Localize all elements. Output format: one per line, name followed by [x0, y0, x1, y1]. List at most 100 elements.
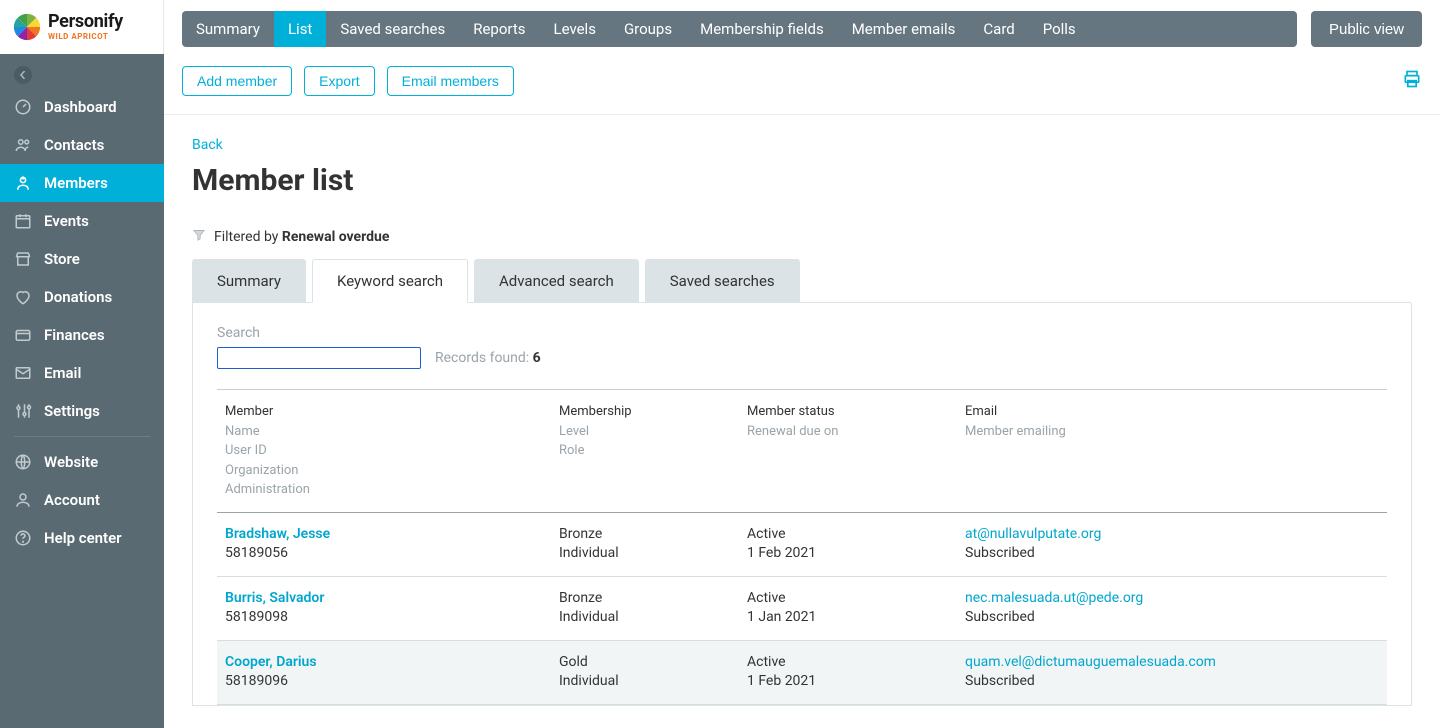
tab-polls[interactable]: Polls [1029, 11, 1090, 47]
members-table: MemberNameUser IDOrganizationAdministrat… [217, 389, 1387, 705]
member-name-link[interactable]: Bradshaw, Jesse [225, 526, 330, 542]
sidebar-item-label: Finances [44, 326, 105, 344]
tab-card[interactable]: Card [969, 11, 1028, 47]
main-content: SummaryListSaved searchesReportsLevelsGr… [164, 0, 1440, 728]
contacts-icon [14, 136, 32, 154]
filter-indicator: Filtered by Renewal overdue [192, 228, 1412, 245]
column-header-line: Member status [747, 402, 965, 422]
brand-mark-icon [12, 12, 42, 42]
member-userid: 58189096 [225, 673, 288, 689]
brand-logo[interactable]: Personify WILD APRICOT [0, 0, 164, 54]
sidebar-item-email[interactable]: Email [0, 354, 164, 392]
add-member-button[interactable]: Add member [182, 66, 292, 96]
sidebar-item-label: Email [44, 364, 81, 382]
export-button[interactable]: Export [304, 66, 374, 96]
sidebar-item-settings[interactable]: Settings [0, 392, 164, 430]
column-header-line: User ID [225, 441, 559, 461]
search-panel: Search Records found: 6 MemberNameUser I… [192, 302, 1412, 706]
chevron-left-icon [19, 71, 27, 79]
members-icon [14, 174, 32, 192]
tab-saved-searches[interactable]: Saved searches [326, 11, 459, 47]
section-tabs: SummaryListSaved searchesReportsLevelsGr… [182, 11, 1297, 47]
sidebar: Personify WILD APRICOT Dashboard Contacts… [0, 0, 164, 728]
email-members-button[interactable]: Email members [387, 66, 514, 96]
member-renewal: 1 Jan 2021 [747, 609, 816, 625]
member-userid: 58189056 [225, 545, 288, 561]
filter-value: Renewal overdue [282, 229, 390, 245]
member-email-link[interactable]: at@nullavulputate.org [965, 526, 1101, 542]
search-label: Search [217, 325, 1387, 341]
column-header-line: Organization [225, 461, 559, 481]
donations-icon [14, 288, 32, 306]
tab-groups[interactable]: Groups [610, 11, 686, 47]
column-header-line: Member emailing [965, 422, 1379, 442]
sidebar-item-members[interactable]: Members [0, 164, 164, 202]
tab-reports[interactable]: Reports [459, 11, 539, 47]
sidebar-item-finances[interactable]: Finances [0, 316, 164, 354]
funnel-icon [192, 228, 206, 245]
col-email[interactable]: EmailMember emailing [965, 402, 1379, 500]
filter-prefix: Filtered by [214, 229, 278, 245]
events-icon [14, 212, 32, 230]
search-input[interactable] [217, 347, 421, 369]
column-header-line: Role [559, 441, 747, 461]
records-found: Records found: 6 [435, 350, 541, 366]
member-name-link[interactable]: Cooper, Darius [225, 654, 317, 670]
col-member[interactable]: MemberNameUser IDOrganizationAdministrat… [225, 402, 559, 500]
action-bar: Add member Export Email members [164, 58, 1440, 115]
account-icon [14, 491, 32, 509]
member-name-link[interactable]: Burris, Salvador [225, 590, 324, 606]
sidebar-item-contacts[interactable]: Contacts [0, 126, 164, 164]
sidebar-item-label: Help center [44, 529, 122, 547]
member-role: Individual [559, 673, 619, 689]
sidebar-item-website[interactable]: Website [0, 443, 164, 481]
member-email-link[interactable]: nec.malesuada.ut@pede.org [965, 590, 1143, 606]
column-header-line: Renewal due on [747, 422, 965, 442]
member-emailing: Subscribed [965, 673, 1035, 689]
print-icon[interactable] [1402, 69, 1422, 93]
table-row[interactable]: Bradshaw, Jesse58189056BronzeIndividualA… [217, 513, 1387, 577]
sidebar-item-account[interactable]: Account [0, 481, 164, 519]
tab-list[interactable]: List [274, 11, 326, 47]
sidebar-item-dashboard[interactable]: Dashboard [0, 88, 164, 126]
help-icon [14, 529, 32, 547]
member-status: Active [747, 526, 786, 542]
secondary-nav: Website Account Help center [0, 443, 164, 557]
member-renewal: 1 Feb 2021 [747, 673, 816, 689]
topbar: SummaryListSaved searchesReportsLevelsGr… [164, 0, 1440, 58]
finances-icon [14, 326, 32, 344]
col-status[interactable]: Member statusRenewal due on [747, 402, 965, 500]
sidebar-item-label: Dashboard [44, 98, 117, 116]
tab-member-emails[interactable]: Member emails [838, 11, 970, 47]
member-userid: 58189098 [225, 609, 288, 625]
dashboard-icon [14, 98, 32, 116]
sidebar-item-events[interactable]: Events [0, 202, 164, 240]
subtab-saved-searches[interactable]: Saved searches [645, 259, 800, 303]
subtab-summary[interactable]: Summary [192, 259, 306, 303]
settings-icon [14, 402, 32, 420]
collapse-sidebar-button[interactable] [14, 66, 32, 84]
brand-subname: WILD APRICOT [48, 33, 123, 41]
sidebar-item-label: Contacts [44, 136, 104, 154]
tab-levels[interactable]: Levels [540, 11, 610, 47]
member-emailing: Subscribed [965, 545, 1035, 561]
brand-name: Personify [48, 13, 123, 31]
sidebar-item-label: Settings [44, 402, 100, 420]
column-header-line: Name [225, 422, 559, 442]
table-row[interactable]: Burris, Salvador58189098BronzeIndividual… [217, 577, 1387, 641]
sidebar-item-store[interactable]: Store [0, 240, 164, 278]
col-membership[interactable]: MembershipLevelRole [559, 402, 747, 500]
subtab-keyword-search[interactable]: Keyword search [312, 259, 468, 303]
sidebar-item-donations[interactable]: Donations [0, 278, 164, 316]
sidebar-item-help-center[interactable]: Help center [0, 519, 164, 557]
table-row[interactable]: Cooper, Darius58189096GoldIndividualActi… [217, 641, 1387, 705]
member-email-link[interactable]: quam.vel@dictumauguemalesuada.com [965, 654, 1216, 670]
subtab-advanced-search[interactable]: Advanced search [474, 259, 639, 303]
tab-summary[interactable]: Summary [182, 11, 274, 47]
public-view-button[interactable]: Public view [1311, 11, 1422, 47]
tab-membership-fields[interactable]: Membership fields [686, 11, 838, 47]
back-link[interactable]: Back [192, 137, 223, 153]
member-role: Individual [559, 545, 619, 561]
sidebar-item-label: Account [44, 491, 100, 509]
website-icon [14, 453, 32, 471]
